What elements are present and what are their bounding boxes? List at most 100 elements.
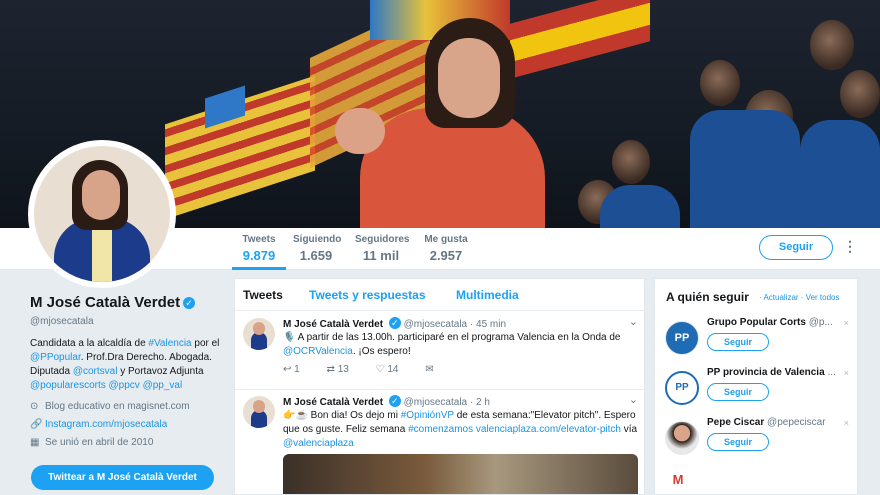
inline-link[interactable]: #comenzamos (408, 424, 473, 435)
tab-tweets[interactable]: Tweets (243, 288, 283, 302)
inline-text: 👉☕ Bon dia! Os dejo mi (283, 410, 401, 421)
inline-link[interactable]: @valenciaplaza (283, 438, 354, 449)
crowd-shirt (690, 110, 800, 228)
tweet-avatar[interactable] (243, 396, 275, 428)
suggestion-item: PP PP provincia de Valencia ... Seguir × (655, 367, 859, 417)
crowd-shirt (600, 185, 680, 228)
flag-spain (510, 0, 650, 79)
stat-value: 2.957 (429, 248, 463, 263)
inline-link[interactable]: valenciaplaza.com/elevator-pitch (476, 424, 621, 435)
tweet-to-button[interactable]: Twittear a M José Català Verdet (31, 465, 214, 490)
stat-value: 9.879 (242, 248, 276, 263)
suggestion-avatar[interactable]: PP (665, 371, 699, 405)
profile-avatar[interactable] (34, 146, 170, 282)
gmail-icon[interactable]: M (668, 472, 688, 490)
stat-value: 1.659 (299, 248, 333, 263)
avatar-face (82, 170, 120, 220)
profile-joined-text: Se unió en abril de 2010 (45, 437, 154, 448)
profile-name[interactable]: M José Català Verdet (30, 294, 180, 311)
suggestion-follow-button[interactable]: Seguir (707, 433, 769, 451)
suggestion-handle: @pepeciscar (767, 417, 826, 428)
inline-link[interactable]: #OpiniónVP (401, 410, 454, 421)
chevron-down-icon[interactable]: ⌄ (629, 315, 638, 328)
tweet-text: 🎙️ A partir de las 13.00h. participaré e… (283, 331, 638, 359)
tab-tweets-replies[interactable]: Tweets y respuestas (309, 288, 426, 302)
inline-link[interactable]: @ppcv (109, 380, 140, 391)
suggestion-handle: @p... (808, 317, 833, 328)
stat-tweets[interactable]: Tweets 9.879 (232, 234, 286, 270)
retweet-count: 13 (337, 364, 349, 375)
close-icon[interactable]: × (844, 418, 849, 428)
like-count: 14 (387, 364, 399, 375)
inline-text: por el (191, 338, 220, 349)
close-icon[interactable]: × (844, 368, 849, 378)
tweet-author-handle[interactable]: @mjosecatala · 2 h (404, 397, 490, 408)
tweet-avatar[interactable] (243, 318, 275, 350)
tweet-author-handle[interactable]: @mjosecatala · 45 min (404, 319, 506, 330)
inline-link[interactable]: @PPopular (30, 352, 81, 363)
tweet-media-image[interactable] (283, 454, 638, 494)
inline-text: Candidata a la alcaldía de (30, 338, 149, 349)
link-icon: 🔗 (30, 419, 43, 430)
stat-followers[interactable]: Seguidores 11 mil (355, 234, 410, 263)
tweet-author-name[interactable]: M José Català Verdet (283, 319, 383, 330)
stat-likes[interactable]: Me gusta 2.957 (424, 234, 468, 263)
stat-following[interactable]: Siguiendo 1.659 (293, 234, 342, 263)
suggestion-name[interactable]: PP provincia de Valencia ... (707, 367, 847, 378)
inline-link[interactable]: @popularescorts (30, 380, 106, 391)
suggestion-avatar[interactable] (665, 421, 699, 455)
suggestion-name-text: Grupo Popular Corts (707, 317, 806, 328)
suggestion-name[interactable]: Pepe Ciscar @pepeciscar (707, 417, 847, 428)
more-options-icon[interactable]: ⋮ (843, 238, 857, 255)
timeline: Tweets Tweets y respuestas Multimedia M … (234, 278, 645, 495)
reply-count: 1 (294, 364, 300, 375)
tweet[interactable]: M José Català Verdet ✓ @mjosecatala · 45… (235, 312, 644, 390)
tab-media[interactable]: Multimedia (456, 288, 519, 302)
verified-check-icon: ✓ (388, 317, 401, 329)
profile-card: M José Català Verdet ✓ @mjosecatala Candi… (30, 294, 230, 448)
stat-value: 11 mil (362, 248, 400, 263)
suggestion-follow-button[interactable]: Seguir (707, 383, 769, 401)
close-icon[interactable]: × (844, 318, 849, 328)
inline-link[interactable]: @pp_val (143, 380, 183, 391)
chevron-down-icon[interactable]: ⌄ (629, 393, 638, 406)
profile-location-text: Blog educativo en magisnet.com (45, 401, 190, 412)
follow-button[interactable]: Seguir (759, 235, 833, 260)
suggestion-item: Pepe Ciscar @pepeciscar Seguir × (655, 417, 859, 467)
stat-label: Me gusta (424, 234, 468, 245)
inline-link[interactable]: #Valencia (148, 338, 191, 349)
location-pin-icon: ⊙ (30, 401, 39, 412)
profile-bio: Candidata a la alcaldía de #Valencia por… (30, 337, 230, 393)
inline-link[interactable]: @OCRValencia (283, 346, 353, 357)
tweet-actions: ↩ 1 ⇄ 13 ♡ 14 ✉ (283, 364, 458, 375)
who-to-follow-panel: A quién seguir · Actualizar · Ver todos … (654, 278, 858, 495)
retweet-icon[interactable]: ⇄ 13 (327, 364, 349, 375)
reply-icon[interactable]: ↩ 1 (283, 364, 300, 375)
timeline-tabs: Tweets Tweets y respuestas Multimedia (235, 279, 644, 311)
who-to-follow-links[interactable]: · Actualizar · Ver todos (759, 293, 839, 302)
banner-person-face (438, 38, 500, 118)
suggestion-follow-button[interactable]: Seguir (707, 333, 769, 351)
tweet[interactable]: M José Català Verdet ✓ @mjosecatala · 2 … (235, 390, 644, 494)
suggestion-avatar[interactable]: PP (665, 321, 699, 355)
suggestion-name[interactable]: Grupo Popular Corts @p... (707, 317, 847, 328)
calendar-icon: ▦ (30, 437, 40, 448)
tweet-author-name[interactable]: M José Català Verdet (283, 397, 383, 408)
stat-label: Seguidores (355, 234, 410, 245)
profile-joined: ▦ Se unió en abril de 2010 (30, 437, 230, 448)
inline-text: 🎙️ A partir de las 13.00h. participaré e… (283, 332, 621, 343)
inline-link[interactable]: @cortsval (73, 366, 118, 377)
suggestion-item: PP Grupo Popular Corts @p... Seguir × (655, 317, 859, 367)
profile-url[interactable]: 🔗 Instagram.com/mjosecatala (30, 419, 230, 430)
crowd-person (612, 140, 650, 184)
profile-location: ⊙ Blog educativo en magisnet.com (30, 401, 230, 412)
stat-label: Siguiendo (293, 234, 342, 245)
stat-label: Tweets (242, 234, 276, 245)
profile-handle[interactable]: @mjosecatala (30, 316, 230, 327)
profile-url-text[interactable]: Instagram.com/mjosecatala (45, 419, 167, 430)
heart-icon[interactable]: ♡ 14 (376, 364, 399, 375)
who-to-follow-title: A quién seguir (666, 290, 749, 304)
envelope-icon[interactable]: ✉ (425, 364, 433, 375)
inline-text: vía (620, 424, 638, 435)
crowd-person (810, 20, 854, 70)
